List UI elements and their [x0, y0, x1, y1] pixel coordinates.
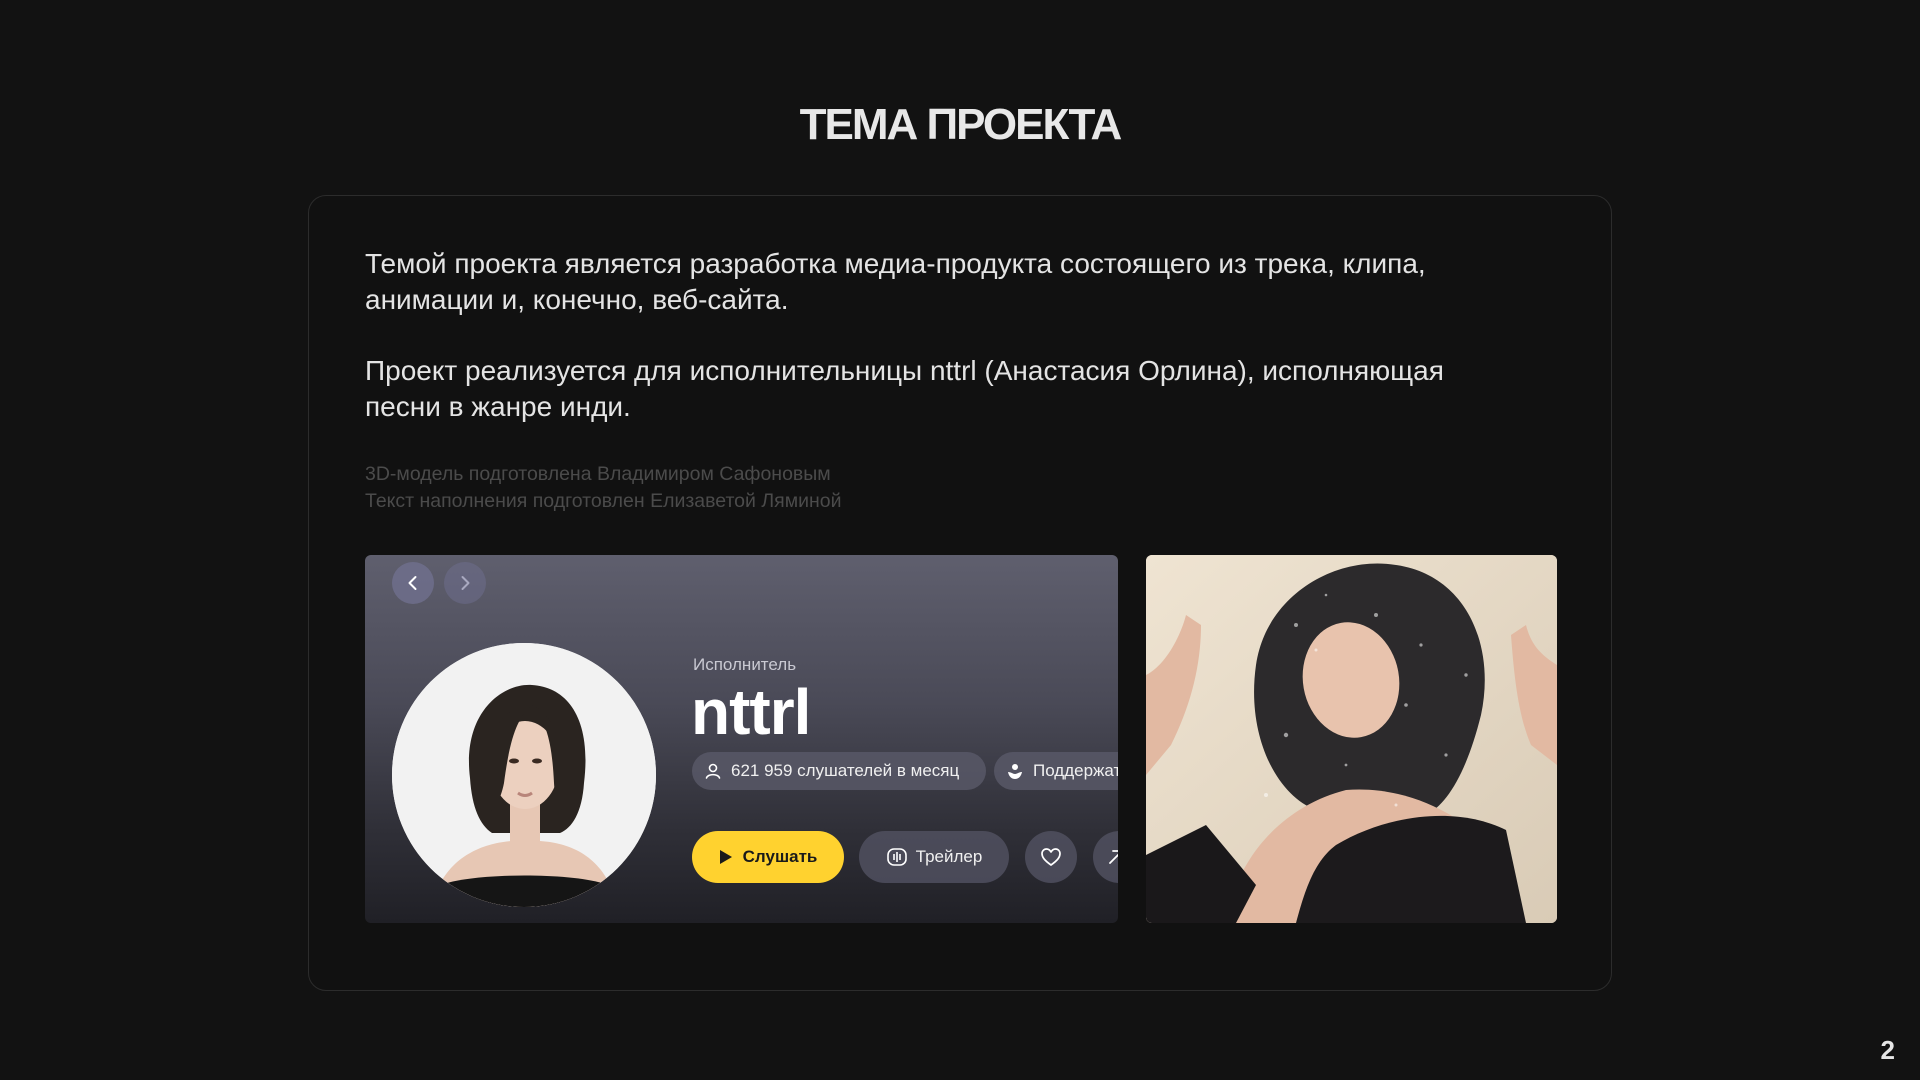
share-button[interactable] — [1093, 831, 1118, 883]
like-button[interactable] — [1025, 831, 1077, 883]
credits: 3D-модель подготовлена Владимиром Сафоно… — [365, 461, 842, 515]
artist-panel: Исполнитель nttrl 621 959 слушателей в м… — [365, 555, 1118, 923]
listen-label: Слушать — [742, 847, 818, 866]
nav-forward-button[interactable] — [444, 562, 486, 604]
slide-title: ТЕМА ПРОЕКТА — [799, 100, 1123, 149]
credit-line-3d: 3D-модель подготовлена Владимиром Сафоно… — [365, 463, 831, 485]
nav-back-button[interactable] — [392, 562, 434, 604]
credit-line-text: Текст наполнения подготовлен Елизаветой … — [365, 490, 842, 512]
chevron-right-icon — [461, 576, 470, 590]
artist-photo — [1146, 555, 1557, 923]
artist-name: nttrl — [691, 676, 811, 748]
page-number: 2 — [1880, 1035, 1895, 1065]
listeners-chip[interactable]: 621 959 слушателей в месяц — [692, 752, 986, 790]
content-card: Темой проекта является разработка медиа-… — [308, 195, 1612, 991]
user-icon — [705, 763, 721, 779]
waveform-icon — [886, 848, 907, 866]
share-icon — [1109, 850, 1118, 864]
chevron-left-icon — [408, 576, 417, 590]
description-paragraph-1: Темой проекта является разработка медиа-… — [365, 248, 1426, 315]
support-chip[interactable]: Поддержать — [994, 752, 1118, 790]
artist-type-label: Исполнитель — [693, 655, 797, 674]
artist-avatar — [392, 643, 656, 907]
donate-icon — [1008, 764, 1022, 779]
heart-icon — [1041, 848, 1061, 866]
description-paragraph-2: Проект реализуется для исполнительницы n… — [365, 355, 1444, 422]
support-label: Поддержать — [1033, 761, 1118, 780]
listen-button[interactable]: Слушать — [692, 831, 844, 883]
trailer-button[interactable]: Трейлер — [859, 831, 1009, 883]
trailer-label: Трейлер — [915, 847, 983, 866]
listeners-count: 621 959 слушателей в месяц — [731, 761, 960, 780]
play-icon — [719, 850, 732, 864]
